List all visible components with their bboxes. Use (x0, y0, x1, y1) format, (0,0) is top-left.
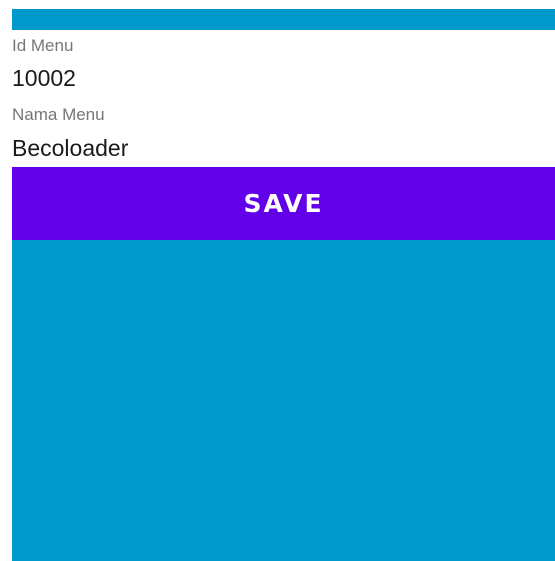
nama-menu-field[interactable]: Becoloader (12, 134, 128, 162)
save-button[interactable]: SAVE (12, 167, 555, 240)
menu-form: Id Menu 10002 Nama Menu Becoloader (12, 30, 555, 167)
id-menu-label: Id Menu (12, 36, 74, 55)
id-menu-field[interactable]: 10002 (12, 64, 76, 92)
nama-menu-label: Nama Menu (12, 105, 105, 124)
